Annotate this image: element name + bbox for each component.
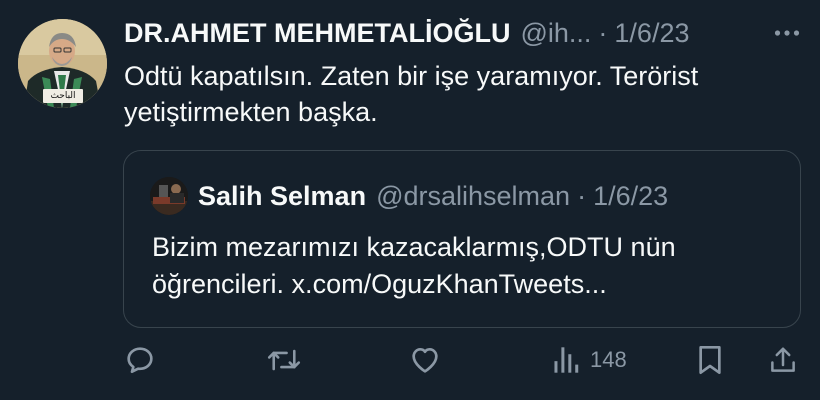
separator-dot: ·: [598, 18, 608, 48]
quoted-separator-dot: ·: [577, 181, 587, 211]
quoted-avatar-image: [150, 177, 188, 215]
tweet-date[interactable]: 1/6/23: [614, 16, 689, 50]
views-button[interactable]: 148: [552, 340, 627, 380]
action-bar: 148: [0, 340, 820, 380]
author-avatar[interactable]: الباحث: [18, 19, 107, 108]
quoted-author-handle[interactable]: @drsalihselman: [376, 179, 570, 213]
quoted-author-avatar[interactable]: [150, 177, 188, 215]
quoted-text: Bizim mezarımızı kazacaklarmış,ODTU nün …: [152, 232, 676, 299]
bookmark-button[interactable]: [696, 340, 724, 380]
views-icon: [554, 347, 579, 373]
more-horizontal-icon: [774, 30, 800, 36]
heart-icon: [412, 348, 438, 373]
views-count: 148: [590, 347, 627, 372]
share-icon: [771, 347, 795, 372]
tweet-header: DR.AHMET MEHMETALİOĞLU @ih... · 1/6/23: [124, 16, 689, 50]
quoted-author-name[interactable]: Salih Selman: [198, 179, 366, 213]
retweet-icon: [267, 349, 301, 371]
author-name[interactable]: DR.AHMET MEHMETALİOĞLU: [124, 16, 510, 50]
reply-icon: [127, 347, 153, 374]
quoted-tweet[interactable]: Salih Selman @drsalihselman · 1/6/23 Biz…: [123, 150, 801, 328]
tweet[interactable]: الباحث DR.AHMET MEHMETALİOĞLU @ih... · 1…: [0, 0, 820, 400]
quoted-date[interactable]: 1/6/23: [593, 179, 668, 213]
tweet-text: Odtü kapatılsın. Zaten bir işe yaramıyor…: [124, 61, 699, 127]
more-options-button[interactable]: [772, 20, 802, 46]
author-handle[interactable]: @ih...: [520, 16, 591, 50]
avatar-caption: الباحث: [50, 91, 76, 101]
retweet-button[interactable]: [266, 340, 302, 380]
bookmark-icon: [699, 346, 721, 374]
quoted-header: Salih Selman @drsalihselman · 1/6/23: [198, 179, 668, 213]
reply-button[interactable]: [124, 340, 156, 380]
share-button[interactable]: [768, 340, 798, 380]
like-button[interactable]: [409, 340, 441, 380]
